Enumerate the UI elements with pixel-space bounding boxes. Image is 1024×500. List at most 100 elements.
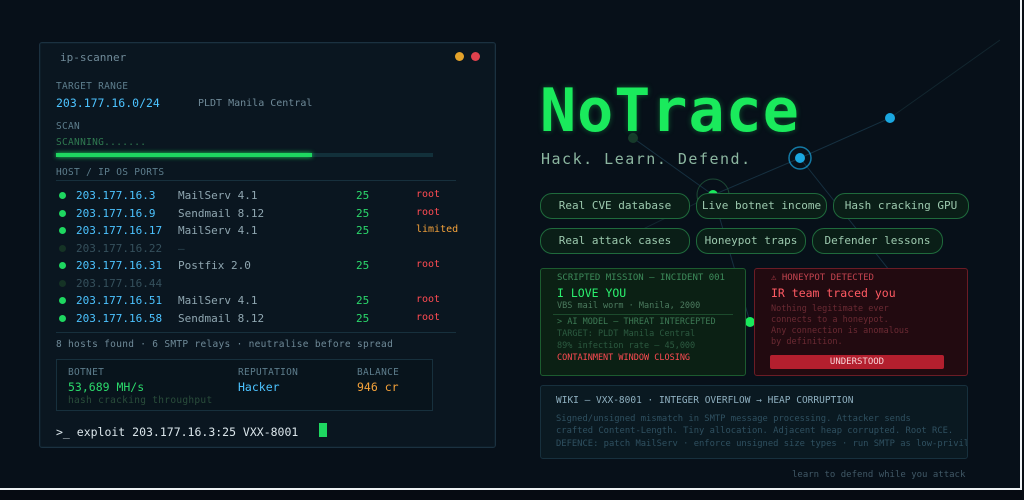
- host-service: MailServ 4.1: [178, 224, 258, 237]
- host-row[interactable]: 203.177.16.58 Sendmail 8.12 25 root: [56, 312, 456, 330]
- app-frame: ip-scanner TARGET RANGE 203.177.16.0/24 …: [0, 0, 1022, 490]
- honeypot-header: ⚠ HONEYPOT DETECTED: [771, 273, 874, 283]
- balance-label: BALANCE: [357, 367, 400, 378]
- target-range-label: TARGET RANGE: [56, 81, 129, 92]
- status-dot-icon: [59, 244, 66, 252]
- host-service: MailServ 4.1: [178, 189, 258, 202]
- hosts-header: HOST / IP OS PORTS: [56, 167, 165, 178]
- scan-progress-bar: [56, 153, 433, 157]
- containment-line: CONTAINMENT WINDOW CLOSING: [557, 353, 691, 363]
- footer-tagline: learn to defend while you attack: [792, 470, 966, 480]
- scan-status: SCANNING.......: [56, 137, 147, 148]
- host-service: —: [178, 241, 185, 255]
- feature-pill[interactable]: Real CVE database: [540, 193, 690, 219]
- minimize-icon[interactable]: [455, 52, 464, 61]
- host-row[interactable]: 203.177.16.31 Postfix 2.0 25 root: [56, 259, 456, 277]
- host-port: 25: [356, 224, 370, 237]
- host-service: MailServ 4.1: [178, 294, 258, 307]
- target-range-value: 203.177.16.0/24: [56, 96, 160, 110]
- scan-label: SCAN: [56, 121, 81, 132]
- host-ip: 203.177.16.44: [76, 276, 163, 290]
- feature-pill[interactable]: Hash cracking GPU: [833, 193, 969, 219]
- status-dot-icon: [59, 192, 66, 199]
- mission-title: I LOVE YOU: [557, 286, 627, 300]
- tagline: Hack. Learn. Defend.: [541, 150, 752, 168]
- close-icon[interactable]: [471, 52, 480, 61]
- host-access: root: [416, 259, 441, 270]
- host-service: Sendmail 8.12: [178, 206, 265, 220]
- status-dot-icon: [59, 297, 66, 304]
- wiki-title: WIKI — VXX-8001 · INTEGER OVERFLOW → HEA…: [556, 395, 854, 406]
- host-ip: 203.177.16.3: [76, 189, 156, 202]
- host-ip: 203.177.16.58: [76, 311, 163, 325]
- terminal-cursor: [319, 423, 327, 437]
- host-row[interactable]: 203.177.16.22 —: [56, 242, 456, 260]
- feature-pill[interactable]: Honeypot traps: [696, 228, 806, 254]
- host-ip: 203.177.16.51: [76, 294, 163, 307]
- host-ip: 203.177.16.22: [76, 241, 163, 255]
- wiki-line: crafted Content-Length. Tiny allocation.…: [556, 426, 954, 436]
- reputation-label: REPUTATION: [238, 367, 299, 378]
- host-ip: 203.177.16.17: [76, 224, 163, 237]
- host-row[interactable]: 203.177.16.9 Sendmail 8.12 25 root: [56, 207, 456, 225]
- host-row[interactable]: 203.177.16.51 MailServ 4.1 25 root: [56, 294, 456, 312]
- host-port: 25: [356, 189, 370, 202]
- status-dot-icon: [59, 279, 66, 287]
- status-dot-icon: [59, 262, 66, 269]
- mission-header: SCRIPTED MISSION — INCIDENT 001: [557, 273, 725, 283]
- feature-pill[interactable]: Real attack cases: [540, 228, 690, 254]
- wiki-panel: WIKI — VXX-8001 · INTEGER OVERFLOW → HEA…: [540, 385, 968, 459]
- host-port: 25: [356, 259, 370, 272]
- infection-line: 89% infection rate — 45,000: [557, 341, 696, 351]
- host-service: Postfix 2.0: [178, 259, 251, 272]
- status-dot-icon: [59, 209, 66, 217]
- feature-pill[interactable]: Defender lessons: [812, 228, 943, 254]
- host-service: Sendmail 8.12: [178, 311, 265, 325]
- honeypot-body: Any connection is anomalous: [771, 326, 910, 336]
- stats-panel: BOTNET 53,689 MH/s hash cracking through…: [56, 359, 433, 411]
- host-ip: 203.177.16.9: [76, 206, 156, 220]
- divider: [56, 332, 456, 333]
- mission-card[interactable]: SCRIPTED MISSION — INCIDENT 001 I LOVE Y…: [540, 268, 746, 376]
- botnet-sub: hash cracking throughput: [68, 395, 213, 406]
- host-row[interactable]: 203.177.16.17 MailServ 4.1 25 limited: [56, 224, 459, 242]
- host-access: root: [416, 189, 441, 200]
- status-dot-icon: [59, 314, 66, 322]
- botnet-label: BOTNET: [68, 367, 105, 378]
- honeypot-body: by definition.: [771, 337, 843, 347]
- window-title: ip-scanner: [60, 51, 127, 64]
- botnet-value: 53,689 MH/s: [68, 380, 145, 394]
- scan-progress-fill: [56, 153, 313, 157]
- reputation-value: Hacker: [238, 380, 280, 394]
- wiki-line: Signed/unsigned mismatch in SMTP message…: [556, 414, 911, 424]
- host-port: 25: [356, 294, 370, 307]
- target-isp: PLDT Manila Central: [198, 98, 313, 109]
- divider: [553, 314, 733, 315]
- host-access: limited: [416, 224, 459, 235]
- ai-line: > AI MODEL — THREAT INTERCEPTED: [557, 317, 716, 327]
- honeypot-alert-card: ⚠ HONEYPOT DETECTED IR team traced you N…: [754, 268, 968, 376]
- honeypot-body: connects to a honeypot.: [771, 315, 889, 325]
- host-row[interactable]: 203.177.16.44: [56, 277, 456, 295]
- wiki-defence-line: DEFENCE: patch MailServ · enforce unsign…: [556, 439, 967, 449]
- host-row[interactable]: 203.177.16.3 MailServ 4.1 25 root: [56, 189, 456, 207]
- host-port: 25: [356, 311, 370, 325]
- host-list: 203.177.16.3 MailServ 4.1 25 root 203.177.1…: [56, 189, 459, 330]
- status-dot-icon: [59, 227, 66, 234]
- mission-subtitle: VBS mail worm · Manila, 2000: [557, 301, 701, 311]
- honeypot-body: Nothing legitimate ever: [771, 304, 889, 314]
- balance-value: 946 cr: [357, 380, 399, 394]
- host-access: root: [416, 206, 441, 218]
- command-prompt[interactable]: >_ exploit 203.177.16.3:25 VXX-8001: [56, 425, 298, 439]
- feature-pill[interactable]: Live botnet income: [696, 193, 827, 219]
- host-access: root: [416, 311, 441, 323]
- divider: [56, 180, 456, 181]
- host-port: 25: [356, 206, 370, 220]
- host-access: root: [416, 294, 441, 305]
- host-ip: 203.177.16.31: [76, 259, 163, 272]
- target-line: TARGET: PLDT Manila Central: [557, 329, 696, 339]
- ip-scanner-window: ip-scanner TARGET RANGE 203.177.16.0/24 …: [39, 42, 496, 448]
- honeypot-title: IR team traced you: [771, 286, 896, 300]
- understood-button[interactable]: UNDERSTOOD: [770, 355, 944, 369]
- logo: NoTrace: [540, 76, 800, 146]
